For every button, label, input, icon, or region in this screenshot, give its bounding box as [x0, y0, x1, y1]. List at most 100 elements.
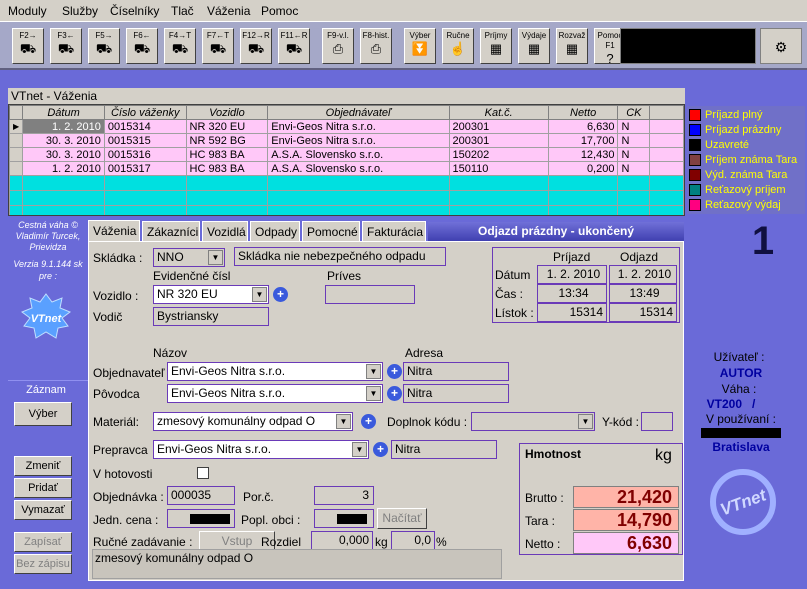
- add-prepravca-icon[interactable]: +: [373, 442, 388, 457]
- legend-label: Reťazový výdaj: [705, 199, 781, 211]
- chevron-down-icon[interactable]: ▼: [208, 250, 223, 265]
- rozdiel-field: 0,000: [311, 531, 373, 550]
- zaznam-label: Záznam: [26, 384, 66, 396]
- table-row[interactable]: 1. 2. 2010 0015317 HC 983 BA A.S.A. Slovens…: [9, 161, 684, 176]
- toolbar-button-12[interactable]: Príjmy ▦: [480, 28, 512, 64]
- redacted-value: [337, 514, 367, 524]
- col-netto[interactable]: Netto: [547, 105, 619, 120]
- objednavatel-select[interactable]: Envi-Geos Nitra s.r.o. ▼: [167, 362, 383, 381]
- toolbar-button-7[interactable]: F11←R ⛟: [278, 28, 310, 64]
- toolbar-button-1[interactable]: F3← ⛟: [50, 28, 82, 64]
- vyber-button[interactable]: Výber: [14, 402, 72, 426]
- chevron-down-icon[interactable]: ▼: [352, 442, 367, 457]
- col-cislo[interactable]: Číslo váženky: [103, 105, 187, 120]
- menu-ciselniky[interactable]: Číselníky: [110, 4, 159, 18]
- bez-zapisu-button[interactable]: Bez zápisu: [14, 554, 72, 574]
- prepravca-select[interactable]: Envi-Geos Nitra s.r.o. ▼: [153, 440, 369, 459]
- povodca-select[interactable]: Envi-Geos Nitra s.r.o. ▼: [167, 384, 383, 403]
- chevron-down-icon[interactable]: ▼: [252, 287, 267, 302]
- add-vozidlo-icon[interactable]: +: [273, 287, 288, 302]
- tab-vozidla[interactable]: Vozidlá: [202, 221, 248, 242]
- zapisat-button[interactable]: Zapísať: [14, 532, 72, 552]
- weighings-grid[interactable]: Dátum Číslo váženky Vozidlo Objednávateľ…: [8, 104, 685, 216]
- table-cell: 12,430: [547, 147, 619, 162]
- col-datum[interactable]: Dátum: [22, 105, 105, 120]
- big-one-icon: 1: [751, 219, 775, 263]
- hotovost-checkbox[interactable]: [197, 467, 209, 479]
- vodic-field[interactable]: Bystriansky: [153, 307, 269, 326]
- pridat-button[interactable]: Pridať: [14, 478, 72, 498]
- tab-odpady[interactable]: Odpady: [250, 221, 300, 242]
- menu-sluzby[interactable]: Služby: [62, 4, 98, 18]
- skladka-select[interactable]: NNO ▼: [153, 248, 225, 267]
- porc-field[interactable]: 3: [314, 486, 374, 505]
- hotovost-label: V hotovosti: [93, 467, 153, 481]
- menu-vazenia[interactable]: Váženia: [207, 4, 250, 18]
- skladka-label: Skládka :: [93, 251, 143, 265]
- toolbar-button-11[interactable]: Ručne ☝: [442, 28, 474, 64]
- tools-icon[interactable]: ⚙: [760, 28, 802, 64]
- toolbar-button-label: F11←R: [280, 31, 308, 40]
- table-cell: N: [617, 161, 651, 176]
- doplnok-select[interactable]: ▼: [471, 412, 595, 431]
- toolbar-button-3[interactable]: F6← ⛟: [126, 28, 158, 64]
- legend-label: Príjazd prázdny: [705, 124, 782, 136]
- ykod-field[interactable]: [641, 412, 673, 431]
- toolbar-button-2[interactable]: F5→ ⛟: [88, 28, 120, 64]
- objednavatel-adresa: Nitra: [403, 362, 509, 381]
- menu-moduly[interactable]: Moduly: [8, 4, 47, 18]
- table-cell: [649, 190, 684, 206]
- table-cell: [649, 161, 684, 176]
- table-row[interactable]: ▶ 1. 2. 2010 0015314 NR 320 EU Envi-Geos Nit…: [9, 119, 684, 134]
- toolbar-button-5[interactable]: F7←T ⛟: [202, 28, 234, 64]
- pct-sign: %: [436, 535, 447, 549]
- popl-obci-field[interactable]: [314, 509, 374, 528]
- col-kat[interactable]: Kat.č.: [448, 105, 549, 120]
- col-ck[interactable]: CK: [617, 105, 651, 120]
- toolbar-button-6[interactable]: F12→R ⛟: [240, 28, 272, 64]
- zmenit-button[interactable]: Zmeniť: [14, 456, 72, 476]
- toolbar-button-9[interactable]: F8-hist. ⎙: [360, 28, 392, 64]
- row-indicator: [9, 161, 24, 176]
- chevron-down-icon[interactable]: ▼: [366, 364, 381, 379]
- material-select[interactable]: zmesový komunálny odpad O ▼: [153, 412, 353, 431]
- add-objednavatel-icon[interactable]: +: [387, 364, 402, 379]
- menu-tlac[interactable]: Tlač: [171, 4, 194, 18]
- toolbar-button-label: F2→: [19, 31, 37, 40]
- note-field[interactable]: zmesový komunálny odpad O: [92, 549, 502, 579]
- add-povodca-icon[interactable]: +: [387, 386, 402, 401]
- tab-vazenia[interactable]: Váženia: [88, 220, 140, 242]
- vozidlo-select[interactable]: NR 320 EU ▼: [153, 285, 269, 304]
- table-cell: [103, 190, 187, 206]
- toolbar-button-0[interactable]: F2→ ⛟: [12, 28, 44, 64]
- toolbar-button-4[interactable]: F4→T ⛟: [164, 28, 196, 64]
- prepravca-value: Envi-Geos Nitra s.r.o.: [157, 442, 272, 456]
- chevron-down-icon[interactable]: ▼: [366, 386, 381, 401]
- tab-pomocne[interactable]: Pomocné: [302, 221, 360, 242]
- jedn-cena-field[interactable]: [167, 509, 235, 528]
- legend-item: Reťazový príjem: [689, 183, 786, 197]
- objednavka-field[interactable]: 000035: [167, 486, 235, 505]
- vymazat-button[interactable]: Vymazať: [14, 500, 72, 520]
- table-cell: [617, 205, 651, 215]
- nacitat-button[interactable]: Načítať: [377, 508, 427, 529]
- rozdiel-label: Rozdiel: [261, 535, 302, 549]
- chevron-down-icon[interactable]: ▼: [578, 414, 593, 429]
- tab-fakturacia[interactable]: Fakturácia: [362, 221, 426, 242]
- col-objednavatel[interactable]: Objednávateľ: [267, 105, 450, 120]
- tab-zakaznici[interactable]: Zákazníci: [142, 221, 200, 242]
- odjazd-listok: 15314: [609, 303, 677, 322]
- toolbar-button-10[interactable]: Výber ⏬: [404, 28, 436, 64]
- toolbar-button-14[interactable]: Rozvaž ▦: [556, 28, 588, 64]
- table-row[interactable]: 30. 3. 2010 0015316 HC 983 BA A.S.A. Sloven…: [9, 147, 684, 162]
- col-vozidlo[interactable]: Vozidlo: [185, 105, 269, 120]
- table-cell: [547, 190, 619, 206]
- hand-icon: ☝: [449, 41, 467, 56]
- prives-field[interactable]: [325, 285, 415, 304]
- table-row[interactable]: 30. 3. 2010 0015315 NR 592 BG Envi-Geos Nit…: [9, 133, 684, 148]
- chevron-down-icon[interactable]: ▼: [336, 414, 351, 429]
- toolbar-button-8[interactable]: F9-v.l. ⎙: [322, 28, 354, 64]
- menu-pomoc[interactable]: Pomoc: [261, 4, 298, 18]
- toolbar-button-13[interactable]: Výdaje ▦: [518, 28, 550, 64]
- add-material-icon[interactable]: +: [361, 414, 376, 429]
